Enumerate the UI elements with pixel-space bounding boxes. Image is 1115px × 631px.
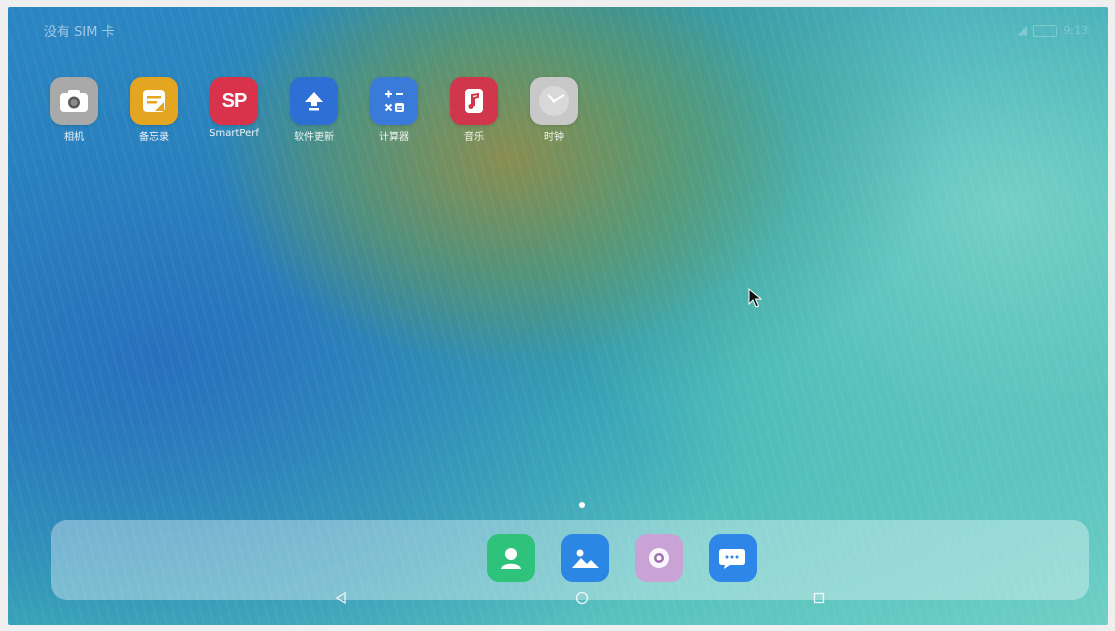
sp-logo-icon: SP: [210, 77, 258, 125]
upload-arrow-icon: [290, 77, 338, 125]
app-label: 时钟: [544, 132, 564, 143]
sp-logo-text: SP: [221, 89, 248, 112]
camera-icon: [50, 77, 98, 125]
gallery-app[interactable]: [561, 534, 609, 582]
dock-apps: [487, 534, 757, 582]
status-bar: 没有 SIM 卡 9:13: [8, 7, 1108, 47]
chat-bubble-icon: [719, 549, 745, 569]
clock-icon: [530, 77, 578, 125]
home-circle-icon: [575, 591, 589, 605]
mouse-cursor-icon: [748, 288, 762, 308]
signal-icon: [1017, 25, 1028, 36]
memo-app[interactable]: 备忘录: [114, 77, 194, 143]
calculator-app[interactable]: 计算器: [354, 77, 434, 143]
device-bezel: 没有 SIM 卡 9:13 相机 备忘录 SP SmartPerf 软件更新 计…: [0, 0, 1115, 631]
browser-icon: [649, 548, 669, 568]
battery-icon: [1033, 24, 1058, 37]
status-time: 9:13: [1063, 24, 1088, 37]
app-label: 备忘录: [139, 132, 169, 143]
navigation-bar: [8, 585, 1108, 615]
camera-app[interactable]: 相机: [34, 77, 114, 143]
back-triangle-icon: [335, 592, 346, 604]
app-grid: 相机 备忘录 SP SmartPerf 软件更新 计算器 音乐 时钟: [34, 77, 594, 143]
notepad-icon: [130, 77, 178, 125]
page-indicator: [579, 502, 585, 508]
contacts-app[interactable]: [487, 534, 535, 582]
music-app[interactable]: 音乐: [434, 77, 514, 143]
app-label: SmartPerf: [209, 128, 259, 139]
carrier-status: 没有 SIM 卡: [44, 25, 115, 40]
software-update-app[interactable]: 软件更新: [274, 77, 354, 143]
app-label: 音乐: [464, 132, 484, 143]
back-button[interactable]: [334, 591, 348, 605]
app-label: 相机: [64, 132, 84, 143]
calculator-icon: [370, 77, 418, 125]
home-screen: 没有 SIM 卡 9:13 相机 备忘录 SP SmartPerf 软件更新 计…: [8, 7, 1108, 625]
app-label: 计算器: [379, 132, 409, 143]
clock-app[interactable]: 时钟: [514, 77, 594, 143]
home-button[interactable]: [575, 591, 589, 605]
image-icon: [572, 549, 599, 568]
browser-app[interactable]: [635, 534, 683, 582]
app-label: 软件更新: [294, 132, 334, 143]
recents-button[interactable]: [812, 591, 826, 605]
person-icon: [501, 548, 521, 569]
music-note-icon: [450, 77, 498, 125]
recents-square-icon: [813, 592, 825, 604]
messages-app[interactable]: [709, 534, 757, 582]
smartperf-app[interactable]: SP SmartPerf: [194, 77, 274, 143]
status-indicators: 9:13: [1017, 24, 1088, 37]
